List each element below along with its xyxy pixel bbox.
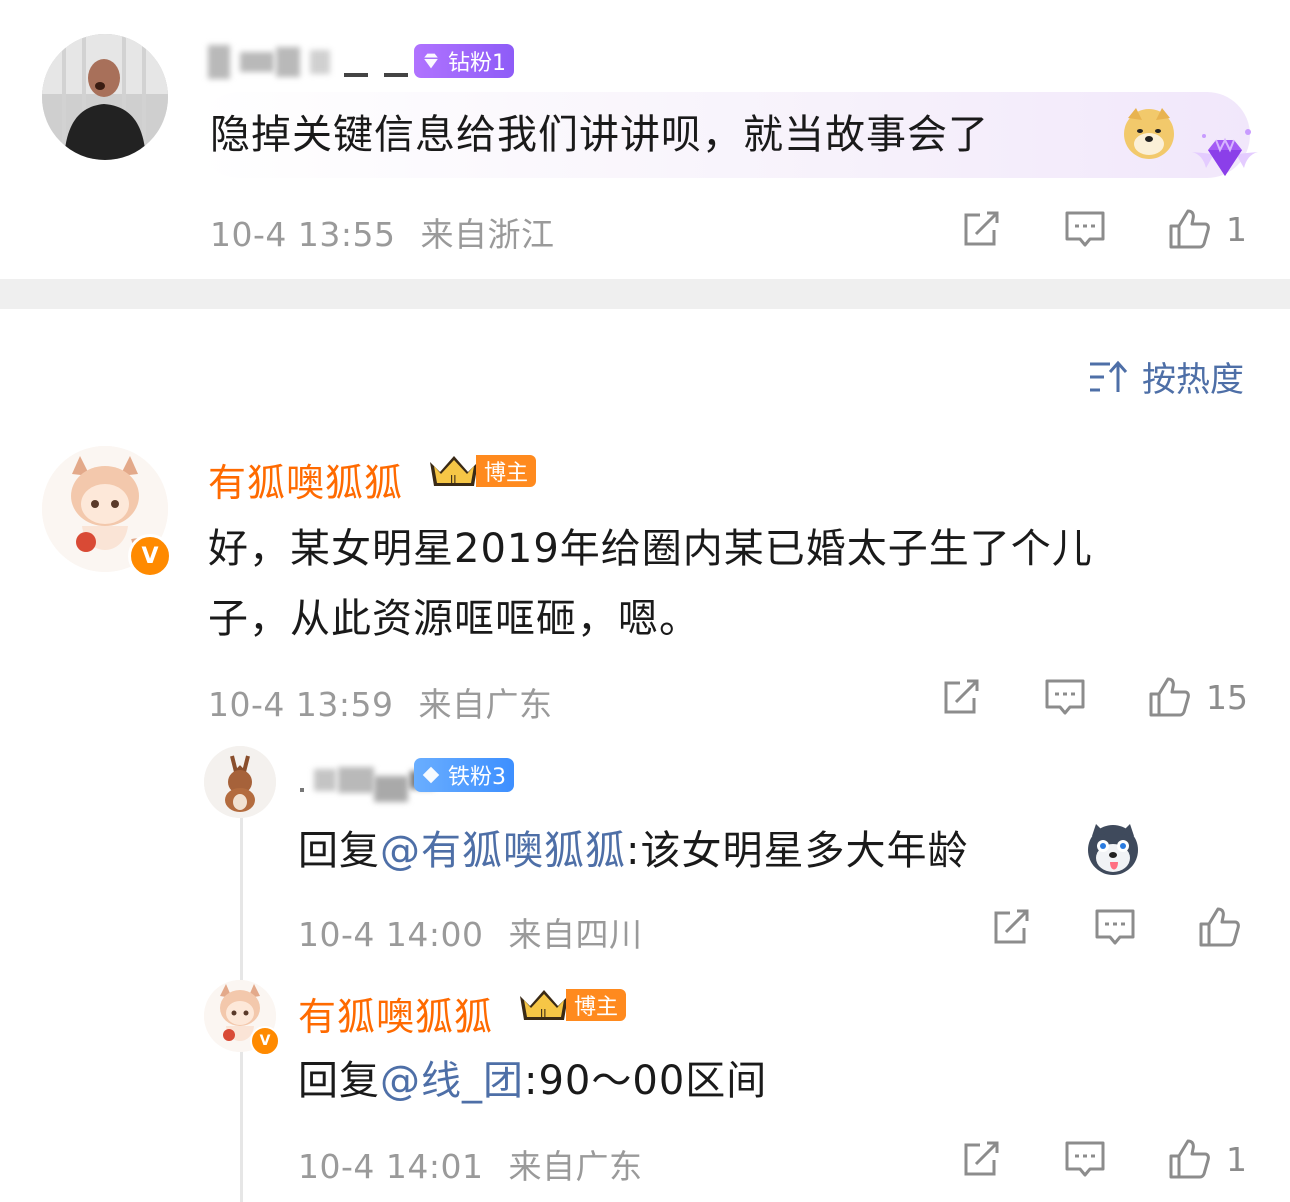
like-icon bbox=[1169, 1139, 1210, 1179]
share-button[interactable] bbox=[988, 904, 1034, 950]
sort-by-hot-button[interactable]: 按热度 bbox=[1088, 352, 1244, 401]
sort-label: 按热度 bbox=[1142, 360, 1244, 400]
location: 来自广东 bbox=[508, 1147, 643, 1186]
crown-icon: II bbox=[520, 990, 568, 1020]
badge-label: 钻粉1 bbox=[448, 51, 506, 76]
husky-emoji bbox=[1084, 820, 1142, 878]
like-count: 1 bbox=[1226, 1139, 1247, 1179]
comment-icon bbox=[1045, 679, 1085, 715]
crown-icon: II bbox=[430, 456, 478, 486]
timestamp: 10-4 13:55 bbox=[210, 215, 396, 254]
share-button[interactable] bbox=[938, 674, 984, 720]
blogger-name[interactable]: 有狐噢狐狐 bbox=[298, 986, 493, 1041]
diamond-fan-badge[interactable]: 钻粉1 bbox=[414, 44, 514, 78]
like-icon bbox=[1149, 677, 1190, 717]
comment-meta-1: 10-4 13:55 来自浙江 bbox=[210, 208, 555, 256]
reply-text-2[interactable]: 回复@线_团:90～00区间 bbox=[298, 1046, 767, 1116]
diamond-icon bbox=[423, 53, 439, 69]
location: 来自浙江 bbox=[420, 215, 555, 254]
section-divider bbox=[0, 279, 1290, 309]
like-button[interactable] bbox=[1196, 904, 1242, 950]
badge-label: 铁粉3 bbox=[448, 765, 506, 790]
diamond-decoration-icon bbox=[1186, 124, 1264, 190]
comment-button[interactable] bbox=[1062, 206, 1108, 252]
comment-icon bbox=[1095, 909, 1135, 945]
blurred-username-1[interactable] bbox=[208, 44, 408, 80]
share-button[interactable] bbox=[958, 1136, 1004, 1182]
comment-icon bbox=[1065, 211, 1105, 247]
sort-icon bbox=[1090, 360, 1128, 392]
like-icon bbox=[1169, 209, 1210, 249]
like-count: 1 bbox=[1226, 209, 1247, 249]
verified-v-icon: V bbox=[250, 1026, 280, 1056]
share-icon bbox=[944, 679, 979, 714]
comment-icon bbox=[1065, 1141, 1105, 1177]
like-button[interactable]: 15 bbox=[1146, 674, 1248, 720]
comment-text-2[interactable]: 好，某女明星2019年给圈内某已婚太子生了个儿 子，从此资源哐哐砸，嗯。 bbox=[208, 514, 1093, 654]
like-count: 15 bbox=[1206, 677, 1248, 717]
comment-button[interactable] bbox=[1062, 1136, 1108, 1182]
verified-v-icon: V bbox=[128, 534, 172, 578]
like-icon bbox=[1199, 907, 1240, 947]
reply-meta-1: 10-4 14:00 来自四川 bbox=[298, 908, 643, 956]
comment-text-1[interactable]: 隐掉关键信息给我们讲讲呗，就当故事会了 bbox=[210, 100, 989, 170]
like-button[interactable]: 1 bbox=[1166, 1136, 1247, 1182]
location: 来自广东 bbox=[418, 685, 553, 724]
share-button[interactable] bbox=[958, 206, 1004, 252]
location: 来自四川 bbox=[508, 915, 643, 954]
timestamp: 10-4 14:00 bbox=[298, 915, 484, 954]
iron-fan-badge[interactable]: 铁粉3 bbox=[414, 758, 514, 792]
mention-link[interactable]: @有狐噢狐狐 bbox=[380, 828, 626, 874]
doge-emoji bbox=[1120, 104, 1178, 162]
blogger-label: 博主 bbox=[566, 989, 627, 1021]
svg-text:II: II bbox=[540, 1007, 547, 1020]
diamond-icon bbox=[422, 766, 440, 784]
avatar-commenter-1[interactable] bbox=[42, 34, 168, 160]
timestamp: 10-4 13:59 bbox=[208, 685, 394, 724]
comment-button[interactable] bbox=[1042, 674, 1088, 720]
blogger-badge: II 博主 bbox=[426, 452, 537, 490]
svg-text:II: II bbox=[450, 473, 457, 486]
timestamp: 10-4 14:01 bbox=[298, 1147, 484, 1186]
like-button[interactable]: 1 bbox=[1166, 206, 1247, 252]
blogger-name[interactable]: 有狐噢狐狐 bbox=[208, 452, 403, 507]
avatar-replier-1[interactable] bbox=[204, 746, 276, 818]
mention-link[interactable]: @线_团 bbox=[380, 1058, 524, 1104]
share-icon bbox=[964, 1141, 999, 1176]
share-icon bbox=[964, 211, 999, 246]
share-icon bbox=[994, 909, 1029, 944]
blogger-badge: II 博主 bbox=[516, 986, 627, 1024]
reply-meta-2: 10-4 14:01 来自广东 bbox=[298, 1140, 643, 1188]
blogger-label: 博主 bbox=[476, 455, 537, 487]
comment-button[interactable] bbox=[1092, 904, 1138, 950]
comment-meta-2: 10-4 13:59 来自广东 bbox=[208, 678, 553, 726]
reply-text-1[interactable]: 回复@有狐噢狐狐:该女明星多大年龄 bbox=[298, 816, 968, 886]
